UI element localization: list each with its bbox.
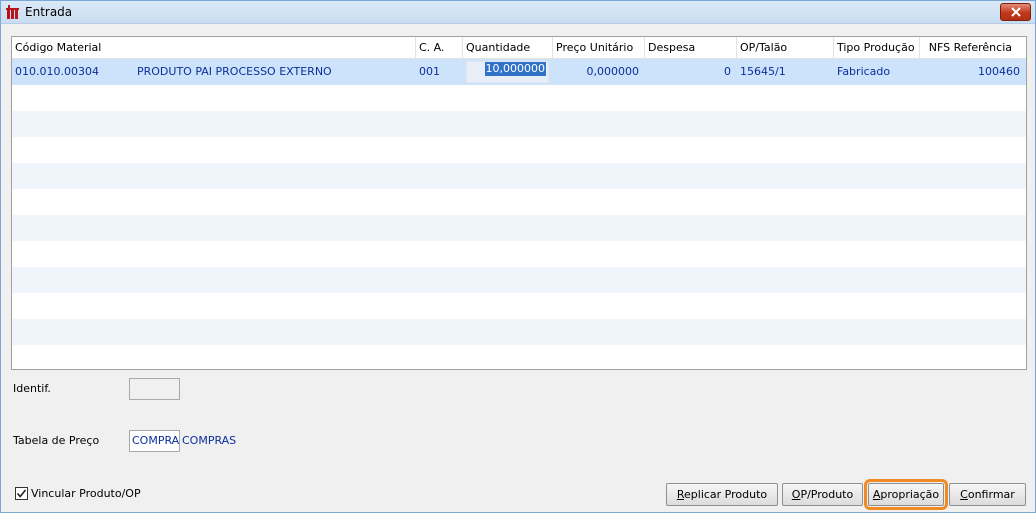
identif-input[interactable]	[129, 378, 180, 400]
replicar-produto-button[interactable]: Replicar Produto	[666, 483, 778, 506]
cell-codigo: 010.010.00304	[15, 65, 99, 78]
col-header-tipo[interactable]: Tipo Produção	[834, 37, 920, 59]
col-header-op[interactable]: OP/Talão	[737, 37, 834, 59]
quantidade-value: 10,000000	[484, 62, 546, 76]
empty-row	[12, 137, 1026, 163]
tabela-preco-input[interactable]: COMPRA	[129, 430, 180, 452]
grid-header: Código Material C. A. Quantidade Preço U…	[12, 37, 1026, 59]
table-row[interactable]: 010.010.00304 PRODUTO PAI PROCESSO EXTER…	[12, 59, 1026, 85]
col-header-preco[interactable]: Preço Unitário	[553, 37, 645, 59]
cell-despesa: 0	[724, 65, 731, 78]
cell-tipo: Fabricado	[837, 65, 891, 78]
apropriacao-label: propriação	[880, 488, 940, 501]
vincular-checkbox[interactable]	[15, 487, 28, 500]
cell-descricao: PRODUTO PAI PROCESSO EXTERNO	[137, 65, 332, 78]
op-label: P/Produto	[800, 488, 854, 501]
empty-row	[12, 189, 1026, 215]
quantidade-edit-field[interactable]: 10,000000	[466, 61, 549, 83]
confirmar-mnemonic: C	[960, 488, 968, 501]
col-header-ca[interactable]: C. A.	[416, 37, 463, 59]
col-header-nfs[interactable]: NFS Referência	[920, 37, 1026, 59]
empty-row	[12, 293, 1026, 319]
identif-label: Identif.	[13, 382, 51, 395]
replicar-label: eplicar Produto	[684, 488, 768, 501]
empty-row	[12, 111, 1026, 137]
checkmark-icon	[16, 489, 27, 498]
apropriacao-button[interactable]: Apropriação	[864, 479, 948, 510]
tabela-preco-label: Tabela de Preço	[13, 434, 100, 447]
col-header-codigo[interactable]: Código Material	[12, 37, 416, 59]
confirmar-button[interactable]: Confirmar	[949, 483, 1026, 506]
empty-row	[12, 345, 1026, 369]
close-icon	[1010, 7, 1021, 17]
confirmar-label: onfirmar	[967, 488, 1015, 501]
empty-row	[12, 241, 1026, 267]
entrada-window: Entrada Código Material C. A. Quantidade…	[0, 0, 1036, 513]
vincular-label[interactable]: Vincular Produto/OP	[31, 487, 141, 500]
tabela-preco-description: COMPRAS	[182, 434, 237, 447]
items-grid[interactable]: Código Material C. A. Quantidade Preço U…	[11, 36, 1027, 370]
empty-row	[12, 215, 1026, 241]
cell-nfs: 100460	[978, 65, 1020, 78]
window-title: Entrada	[25, 5, 73, 19]
cell-preco: 0,000000	[586, 65, 640, 78]
close-button[interactable]	[1000, 3, 1031, 21]
empty-row	[12, 163, 1026, 189]
factory-icon	[6, 5, 19, 19]
empty-row	[12, 267, 1026, 293]
empty-row	[12, 85, 1026, 111]
cell-op: 15645/1	[740, 65, 786, 78]
title-bar: Entrada	[1, 1, 1035, 24]
cell-ca: 001	[419, 65, 440, 78]
op-produto-button[interactable]: OP/Produto	[782, 483, 863, 506]
col-header-despesa[interactable]: Despesa	[645, 37, 737, 59]
empty-row	[12, 319, 1026, 345]
col-header-quantidade[interactable]: Quantidade	[463, 37, 553, 59]
replicar-mnemonic: R	[676, 488, 685, 501]
